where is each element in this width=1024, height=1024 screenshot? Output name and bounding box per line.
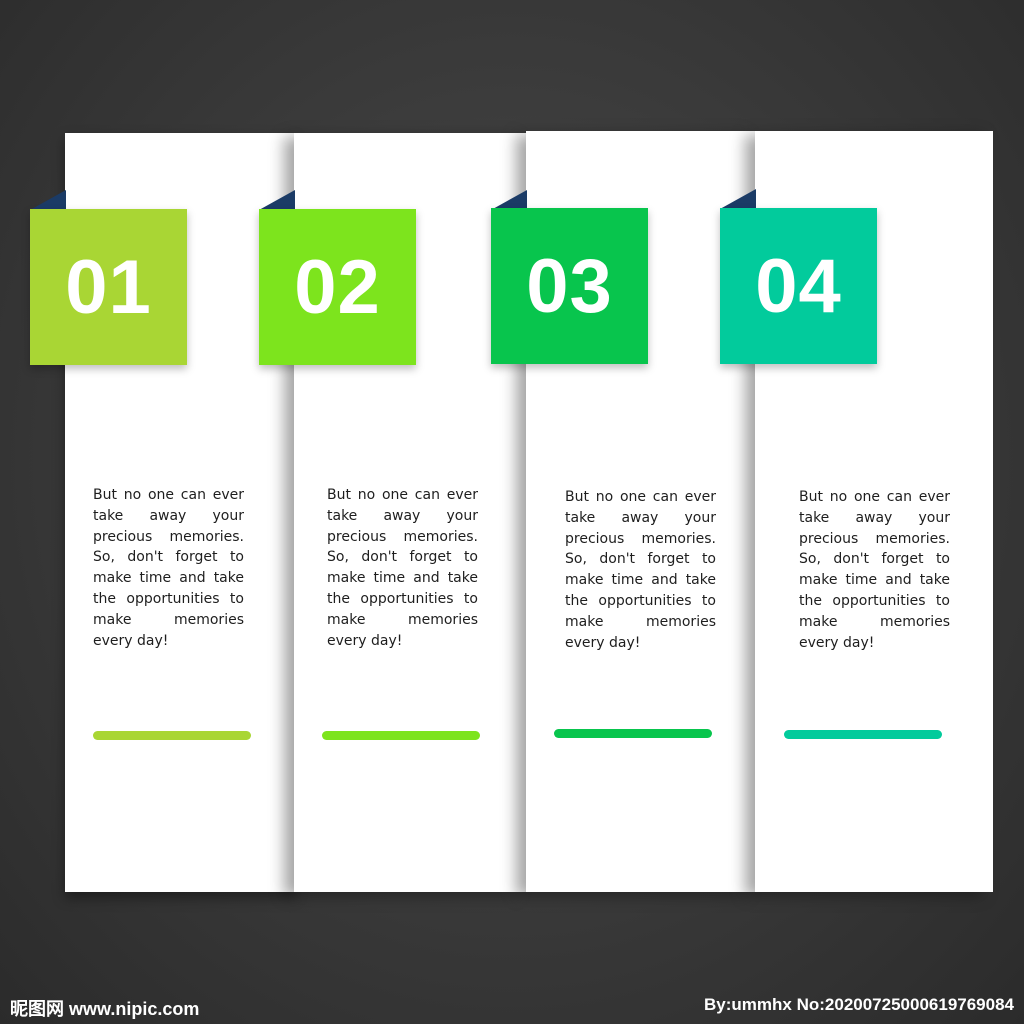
ribbon-fold-2 [259,190,295,210]
number-badge-2: 02 [259,209,416,365]
number-label-1: 01 [65,244,152,330]
number-label-3: 03 [526,243,613,329]
number-badge-1: 01 [30,209,187,365]
card-body-text-4: But no one can ever take away your preci… [799,489,950,651]
accent-line-1 [93,731,251,740]
card-body-text-3: But no one can ever take away your preci… [565,489,716,651]
accent-line-4 [784,730,942,739]
number-badge-3: 03 [491,208,648,364]
number-label-2: 02 [294,244,381,330]
ribbon-fold-1 [30,190,66,210]
ribbon-fold-4 [720,189,756,209]
card-body-text-2: But no one can ever take away your preci… [327,487,478,649]
watermark-site: 昵图网 www.nipic.com [10,999,200,1019]
ribbon-fold-3 [491,190,527,210]
accent-line-2 [322,731,480,740]
watermark-id: By:ummhx No:20200725000619769084 [704,995,1014,1014]
number-badge-4: 04 [720,208,877,364]
number-label-4: 04 [755,243,842,329]
card-body-text-1: But no one can ever take away your preci… [93,487,244,649]
accent-line-3 [554,729,712,738]
